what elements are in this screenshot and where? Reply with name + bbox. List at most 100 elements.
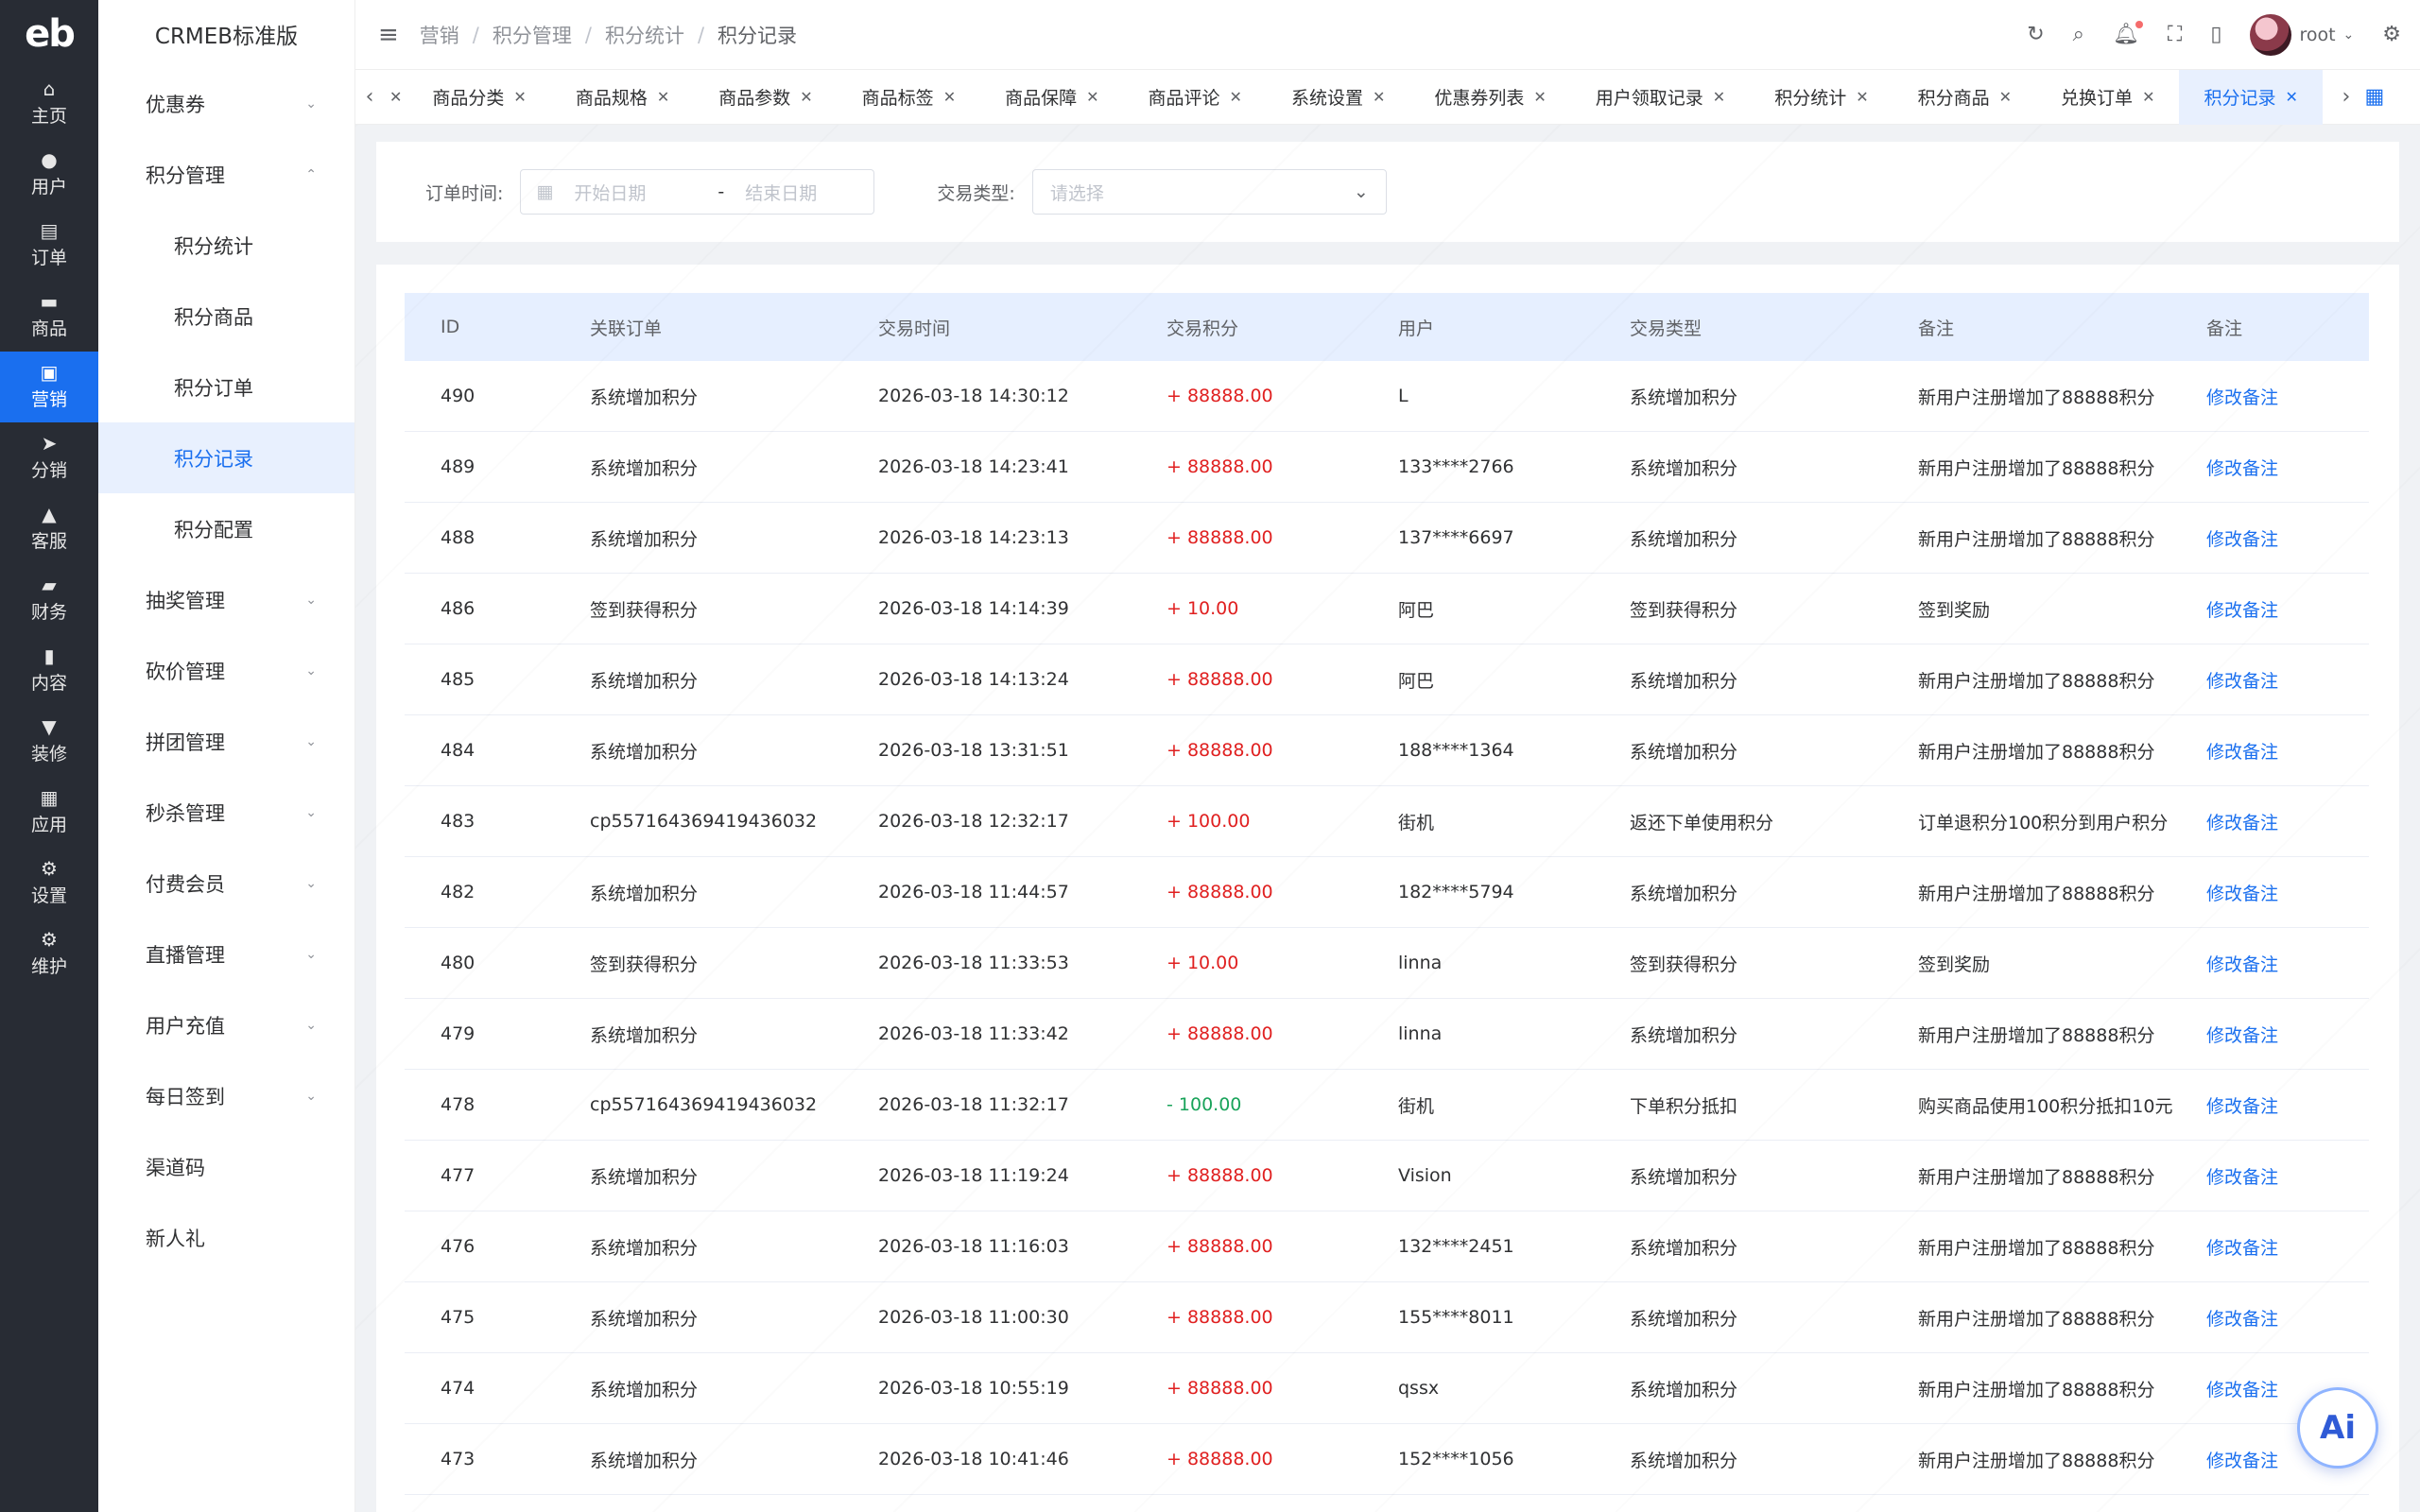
rail-item-8[interactable]: ▮ 内容 xyxy=(0,635,98,706)
close-icon[interactable]: ✕ xyxy=(2285,88,2297,106)
close-icon[interactable]: ✕ xyxy=(1999,88,2012,106)
tab-item[interactable]: 商品参数 ✕ xyxy=(694,70,837,125)
menu-toggle-icon[interactable]: ≡ xyxy=(378,21,399,49)
rail-item-3[interactable]: ▬ 商品 xyxy=(0,281,98,352)
filter-panel: 订单时间: ▦ 开始日期 - 结束日期 交易类型: 请选择 ⌄ xyxy=(376,142,2399,242)
sidebar-subitem-5[interactable]: 积分记录 xyxy=(98,422,354,493)
search-icon[interactable]: ⌕ xyxy=(2073,23,2084,46)
tab-item[interactable]: 优惠券列表 ✕ xyxy=(1409,70,1570,125)
tabs-scroll-right-icon[interactable]: › xyxy=(2332,85,2360,109)
breadcrumb-item[interactable]: 积分管理 xyxy=(493,21,572,49)
breadcrumb-item[interactable]: 营销 xyxy=(420,21,459,49)
edit-remark-link[interactable]: 修改备注 xyxy=(2206,596,2369,622)
rail-item-10[interactable]: ▦ 应用 xyxy=(0,777,98,848)
close-icon[interactable]: ✕ xyxy=(1713,88,1725,106)
rail-item-6[interactable]: ▲ 客服 xyxy=(0,493,98,564)
tab-item[interactable]: 商品保障 ✕ xyxy=(980,70,1123,125)
tab-item[interactable]: 兑换订单 ✕ xyxy=(2036,70,2179,125)
user-menu[interactable]: root ⌄ xyxy=(2250,13,2354,56)
edit-remark-link[interactable]: 修改备注 xyxy=(2206,1163,2369,1189)
close-icon[interactable]: ✕ xyxy=(1533,88,1546,106)
rail-item-11[interactable]: ⚙ 设置 xyxy=(0,848,98,919)
tab-item[interactable]: 商品分类 ✕ xyxy=(407,70,550,125)
tab-item[interactable]: 积分统计 ✕ xyxy=(1750,70,1893,125)
tab-item[interactable]: 积分记录 ✕ xyxy=(2179,69,2323,125)
rail-item-7[interactable]: ▰ 财务 xyxy=(0,564,98,635)
sidebar-item-14[interactable]: 每日签到 ⌄ xyxy=(98,1060,354,1131)
rail-item-4[interactable]: ▣ 营销 xyxy=(0,352,98,422)
sidebar-subitem-3[interactable]: 积分商品 xyxy=(98,281,354,352)
sidebar-item-9[interactable]: 拼团管理 ⌄ xyxy=(98,706,354,777)
sidebar-item-11[interactable]: 付费会员 ⌄ xyxy=(98,848,354,919)
rail-item-12[interactable]: ⚙ 维护 xyxy=(0,919,98,989)
close-icon[interactable]: ✕ xyxy=(1373,88,1385,106)
close-icon[interactable]: ✕ xyxy=(943,88,956,106)
tab-item[interactable]: 用户领取记录 ✕ xyxy=(1571,70,1750,125)
notification-bell-icon[interactable]: 🔔︎ xyxy=(2113,21,2143,46)
end-date-input[interactable]: 结束日期 xyxy=(745,180,817,205)
sidebar-item-8[interactable]: 砍价管理 ⌄ xyxy=(98,635,354,706)
tabs-scroll-left-icon[interactable]: ‹ xyxy=(355,85,384,109)
settings-gear-icon[interactable]: ⚙ xyxy=(2382,23,2401,46)
tab-item[interactable]: 系统设置 ✕ xyxy=(1267,70,1409,125)
sidebar-subitem-4[interactable]: 积分订单 xyxy=(98,352,354,422)
rail-item-9[interactable]: ▼ 装修 xyxy=(0,706,98,777)
sidebar-item-7[interactable]: 抽奖管理 ⌄ xyxy=(98,564,354,635)
rail-item-0[interactable]: ⌂ 主页 xyxy=(0,68,98,139)
fullscreen-icon[interactable]: ⛶ xyxy=(2168,23,2182,46)
sidebar-subitem-2[interactable]: 积分统计 xyxy=(98,210,354,281)
sidebar-item-label: 优惠券 xyxy=(146,93,205,116)
edit-remark-link[interactable]: 修改备注 xyxy=(2206,880,2369,905)
edit-remark-link[interactable]: 修改备注 xyxy=(2206,809,2369,834)
close-icon[interactable]: ✕ xyxy=(800,88,812,106)
ai-assistant-button[interactable]: Ai xyxy=(2297,1387,2378,1469)
sidebar-item-12[interactable]: 直播管理 ⌄ xyxy=(98,919,354,989)
close-icon[interactable]: ✕ xyxy=(2142,88,2154,106)
edit-remark-link[interactable]: 修改备注 xyxy=(2206,525,2369,551)
close-icon[interactable]: ✕ xyxy=(1086,88,1098,106)
sidebar-subitem-6[interactable]: 积分配置 xyxy=(98,493,354,564)
rail-item-1[interactable]: ● 用户 xyxy=(0,139,98,210)
edit-remark-link[interactable]: 修改备注 xyxy=(2206,384,2369,409)
edit-remark-link[interactable]: 修改备注 xyxy=(2206,1022,2369,1047)
edit-remark-link[interactable]: 修改备注 xyxy=(2206,667,2369,693)
rail-item-2[interactable]: ▤ 订单 xyxy=(0,210,98,281)
order-date-range-picker[interactable]: ▦ 开始日期 - 结束日期 xyxy=(520,169,875,215)
cell-user: 阿巴 xyxy=(1398,670,1435,692)
rail-item-5[interactable]: ➤ 分销 xyxy=(0,422,98,493)
close-icon[interactable]: ✕ xyxy=(513,88,526,106)
edit-remark-link[interactable]: 修改备注 xyxy=(2206,1234,2369,1260)
sidebar-item-1[interactable]: 积分管理 ⌃ xyxy=(98,139,354,210)
cell-id: 476 xyxy=(441,1236,475,1257)
edit-remark-link[interactable]: 修改备注 xyxy=(2206,738,2369,764)
tab-item[interactable]: 商品规格 ✕ xyxy=(551,70,694,125)
cell-time: 2026-03-18 14:13:24 xyxy=(878,669,1069,690)
sidebar-item-16[interactable]: 新人礼 xyxy=(98,1202,354,1273)
app-logo[interactable]: eb xyxy=(0,0,98,68)
tab-item[interactable]: 商品评论 ✕ xyxy=(1124,70,1267,125)
edit-remark-link[interactable]: 修改备注 xyxy=(2206,951,2369,976)
cell-remark: 签到奖励 xyxy=(1918,954,1991,975)
tab-item[interactable]: 积分商品 ✕ xyxy=(1893,70,2036,125)
edit-remark-link[interactable]: 修改备注 xyxy=(2206,1092,2369,1118)
transaction-type-select[interactable]: 请选择 ⌄ xyxy=(1031,169,1387,215)
breadcrumb-item[interactable]: 积分记录 xyxy=(717,21,797,49)
breadcrumb-item[interactable]: 积分统计 xyxy=(605,21,684,49)
mobile-preview-icon[interactable]: ▯ xyxy=(2210,23,2221,46)
edit-remark-link[interactable]: 修改备注 xyxy=(2206,455,2369,480)
tab-item[interactable]: 商品标签 ✕ xyxy=(838,70,980,125)
tab-close-icon[interactable]: ✕ xyxy=(384,70,407,125)
sidebar-item-10[interactable]: 秒杀管理 ⌄ xyxy=(98,777,354,848)
transaction-type-placeholder: 请选择 xyxy=(1049,182,1104,204)
avatar[interactable] xyxy=(2250,13,2292,56)
start-date-input[interactable]: 开始日期 xyxy=(574,180,697,205)
close-icon[interactable]: ✕ xyxy=(1856,88,1868,106)
close-icon[interactable]: ✕ xyxy=(1230,88,1242,106)
edit-remark-link[interactable]: 修改备注 xyxy=(2206,1305,2369,1331)
sidebar-item-15[interactable]: 渠道码 xyxy=(98,1131,354,1202)
refresh-icon[interactable]: ↻ xyxy=(2027,23,2044,46)
sidebar-item-0[interactable]: 优惠券 ⌄ xyxy=(98,68,354,139)
tabs-grid-menu-icon[interactable]: ▦ xyxy=(2360,85,2389,109)
sidebar-item-13[interactable]: 用户充值 ⌄ xyxy=(98,989,354,1060)
close-icon[interactable]: ✕ xyxy=(657,88,669,106)
